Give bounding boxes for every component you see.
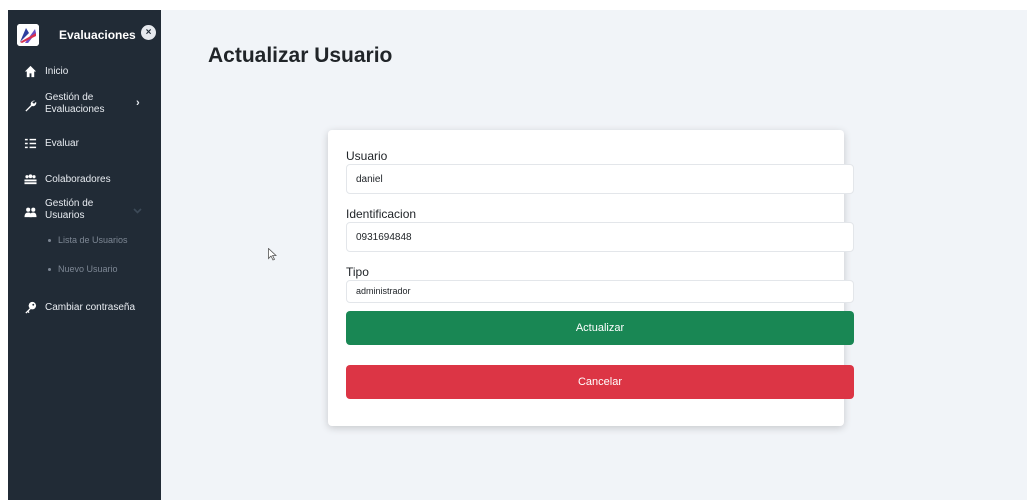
mouse-cursor-icon: [268, 248, 277, 261]
sidebar-item-gestion-evaluaciones[interactable]: Gestión de Evaluaciones ›: [8, 90, 161, 120]
wrench-icon: [25, 100, 37, 112]
sidebar-subitem-lista-usuarios[interactable]: Lista de Usuarios: [48, 235, 128, 245]
sidebar-item-inicio[interactable]: Inicio: [8, 62, 161, 82]
cancelar-button[interactable]: Cancelar: [346, 365, 854, 399]
sidebar-item-cambiar-contrasena[interactable]: Cambiar contraseña: [8, 298, 161, 318]
sidebar: Evaluaciones × Inicio Gestión de Evaluac…: [8, 10, 161, 500]
app-title: Evaluaciones: [59, 28, 136, 42]
update-user-form-card: Usuario Identificacion Tipo administrado…: [328, 130, 854, 426]
users-icon: [24, 174, 37, 185]
sidebar-item-label: Evaluar: [45, 138, 79, 149]
bullet-icon: [48, 239, 51, 243]
sidebar-item-label: Gestión de Evaluaciones: [45, 92, 105, 115]
brand: Evaluaciones ×: [17, 24, 157, 48]
chevron-right-icon: ›: [136, 97, 140, 109]
home-icon: [24, 65, 37, 78]
sidebar-item-label: Inicio: [45, 66, 69, 77]
sidebar-item-evaluar[interactable]: Evaluar: [8, 134, 161, 154]
page-title: Actualizar Usuario: [208, 44, 393, 67]
tipo-select[interactable]: administrador: [346, 280, 854, 303]
bullet-icon: [48, 268, 51, 272]
identificacion-input[interactable]: [346, 222, 854, 252]
identificacion-label: Identificacion: [346, 207, 417, 221]
key-icon: [25, 301, 37, 314]
actualizar-button[interactable]: Actualizar: [346, 311, 854, 345]
usuario-label: Usuario: [346, 149, 388, 163]
usuario-input[interactable]: [346, 164, 854, 194]
tipo-label: Tipo: [346, 265, 369, 279]
sidebar-item-label: Gestión de Usuarios: [45, 198, 94, 221]
sidebar-item-gestion-usuarios[interactable]: Gestión de Usuarios: [8, 198, 161, 228]
sidebar-subitem-nuevo-usuario[interactable]: Nuevo Usuario: [48, 264, 118, 274]
sidebar-item-label: Colaboradores: [45, 174, 111, 185]
user-group-icon: [24, 207, 37, 218]
close-sidebar-button[interactable]: ×: [141, 25, 156, 40]
sidebar-item-colaboradores[interactable]: Colaboradores: [8, 170, 161, 190]
app-frame: Evaluaciones × Inicio Gestión de Evaluac…: [8, 10, 1027, 500]
sidebar-item-label: Cambiar contraseña: [45, 302, 136, 313]
sidebar-subitem-label: Nuevo Usuario: [58, 264, 118, 274]
list-icon: [24, 138, 37, 149]
app-logo-icon: [17, 24, 39, 46]
chevron-down-icon: [133, 208, 142, 214]
sidebar-subitem-label: Lista de Usuarios: [58, 235, 128, 245]
